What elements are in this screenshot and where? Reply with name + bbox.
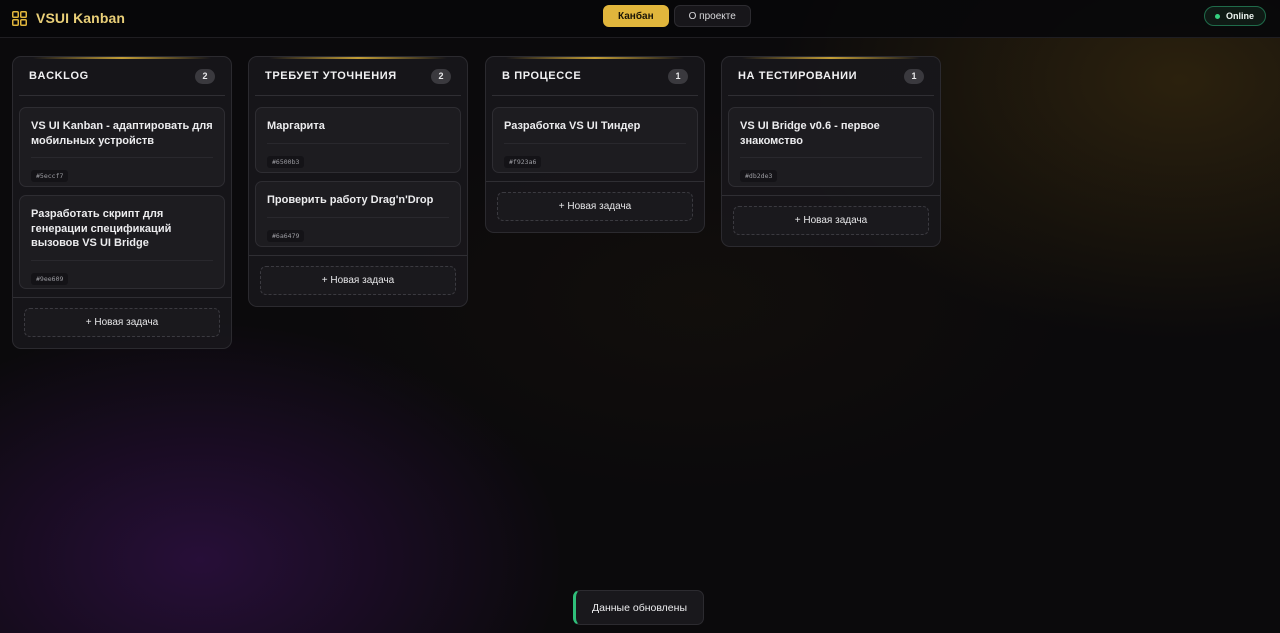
task-card[interactable]: Проверить работу Drag'n'Drop #6a6479 — [255, 181, 461, 247]
card-title: VS UI Bridge v0.6 - первое знакомство — [740, 120, 880, 147]
column-count-badge: 1 — [668, 68, 688, 84]
column-footer: + Новая задача — [249, 255, 467, 306]
column-count-badge: 2 — [195, 68, 215, 84]
card-list: Разработка VS UI Тиндер #f923a6 — [486, 96, 704, 173]
new-task-button[interactable]: + Новая задача — [733, 206, 929, 235]
toast-notification: Данные обновлены — [573, 590, 704, 625]
column-title: ТРЕБУЕТ УТОЧНЕНИЯ — [265, 70, 397, 82]
column-header: В ПРОЦЕССЕ 1 — [492, 57, 698, 96]
column-count-badge: 1 — [904, 68, 924, 84]
card-list: Маргарита #6500b3 Проверить работу Drag'… — [249, 96, 467, 247]
card-title: Маргарита — [267, 120, 325, 132]
task-card[interactable]: VS UI Bridge v0.6 - первое знакомство #d… — [728, 107, 934, 187]
column-title: BACKLOG — [29, 70, 89, 82]
column-footer: + Новая задача — [486, 181, 704, 232]
column-title: В ПРОЦЕССЕ — [502, 70, 582, 82]
connection-status-badge: Online — [1203, 6, 1266, 26]
card-list: VS UI Bridge v0.6 - первое знакомство #d… — [722, 96, 940, 187]
card-title: Разработка VS UI Тиндер — [504, 120, 641, 132]
card-id-badge: #5eccf7 — [31, 170, 69, 182]
column-in-progress: В ПРОЦЕССЕ 1 Разработка VS UI Тиндер #f9… — [485, 56, 705, 233]
column-header: BACKLOG 2 — [19, 57, 225, 96]
status-label: Online — [1225, 11, 1254, 21]
brand[interactable]: VSUI Kanban — [12, 8, 125, 28]
tab-kanban[interactable]: Канбан — [603, 5, 669, 27]
card-id-badge: #9ee609 — [31, 272, 69, 285]
app-title: VSUI Kanban — [36, 10, 126, 26]
column-header: НА ТЕСТИРОВАНИИ 1 — [728, 57, 934, 96]
card-id-badge: #6a6479 — [267, 229, 305, 242]
column-needs-clarification: ТРЕБУЕТ УТОЧНЕНИЯ 2 Маргарита #6500b3 Пр… — [248, 56, 468, 307]
tab-about[interactable]: О проекте — [673, 5, 751, 27]
column-backlog: BACKLOG 2 VS UI Kanban - адаптировать дл… — [12, 56, 232, 349]
column-count-badge: 2 — [431, 68, 451, 84]
column-footer: + Новая задача — [722, 195, 940, 246]
column-footer: + Новая задача — [13, 297, 231, 348]
new-task-button[interactable]: + Новая задача — [24, 308, 220, 337]
task-card[interactable]: VS UI Kanban - адаптировать для мобильны… — [19, 107, 225, 187]
card-id-badge: #6500b3 — [267, 155, 305, 168]
card-list: VS UI Kanban - адаптировать для мобильны… — [13, 96, 231, 289]
task-card[interactable]: Разработать скрипт для генерации специфи… — [19, 195, 225, 289]
new-task-button[interactable]: + Новая задача — [497, 192, 693, 221]
grid-icon — [12, 10, 27, 26]
column-testing: НА ТЕСТИРОВАНИИ 1 VS UI Bridge v0.6 - пе… — [721, 56, 941, 247]
task-card[interactable]: Разработка VS UI Тиндер #f923a6 — [492, 107, 698, 173]
main-nav: Канбан О проекте — [603, 5, 751, 27]
task-card[interactable]: Маргарита #6500b3 — [255, 107, 461, 173]
new-task-button[interactable]: + Новая задача — [260, 266, 456, 295]
card-title: Разработать скрипт для генерации специфи… — [31, 208, 172, 249]
card-title: Проверить работу Drag'n'Drop — [267, 194, 434, 206]
column-title: НА ТЕСТИРОВАНИИ — [738, 70, 858, 82]
app-header: VSUI Kanban Канбан О проекте Online — [0, 0, 1280, 38]
card-id-badge: #f923a6 — [504, 155, 542, 168]
card-id-badge: #db2de3 — [740, 170, 778, 182]
status-dot-icon — [1214, 13, 1220, 19]
card-title: VS UI Kanban - адаптировать для мобильны… — [31, 120, 213, 147]
column-header: ТРЕБУЕТ УТОЧНЕНИЯ 2 — [255, 57, 461, 96]
